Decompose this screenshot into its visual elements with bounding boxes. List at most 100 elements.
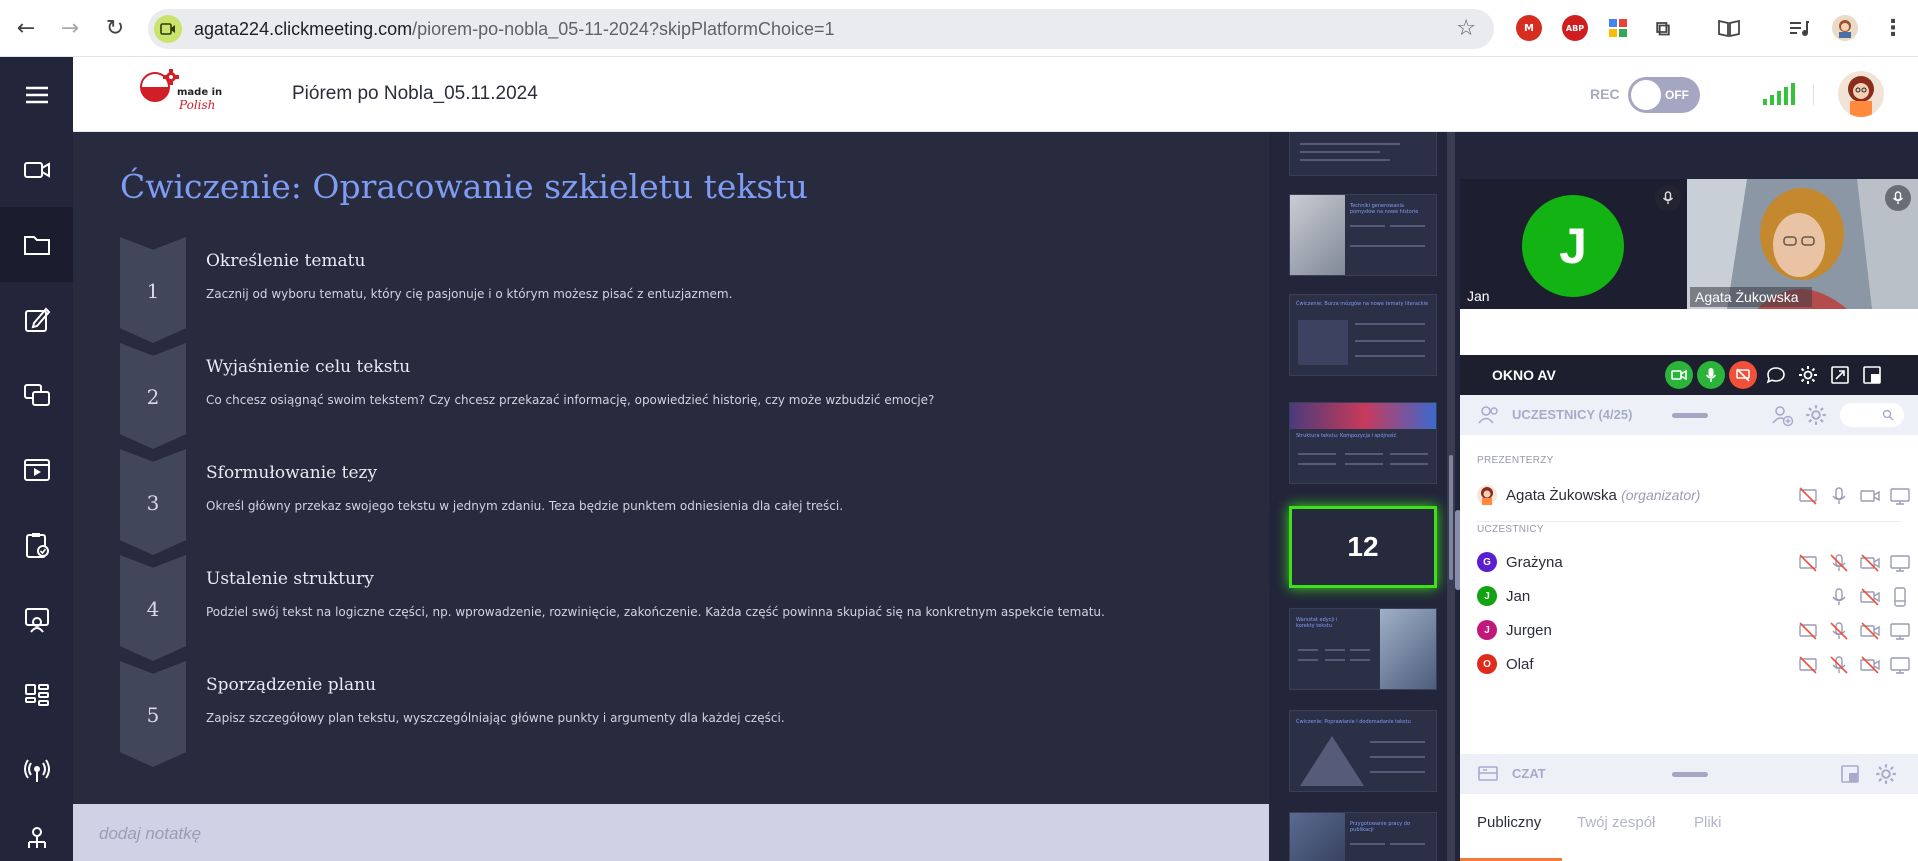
video-player-icon[interactable] — [0, 432, 73, 507]
svg-text:Polish: Polish — [178, 98, 215, 112]
camera-off-icon[interactable] — [1859, 552, 1881, 574]
back-icon[interactable]: ← — [12, 14, 40, 42]
av-window-label: OKNO AV — [1492, 367, 1556, 383]
slide-thumbnail[interactable]: Struktura tekstu: Kompozycja i spójność — [1289, 402, 1437, 484]
active-slide-thumbnail[interactable]: 12 — [1289, 506, 1437, 588]
right-panel: J Jan Agata Żukowska OKNO AV UCZESTNICY … — [1460, 132, 1918, 861]
bookmark-star-icon[interactable]: ☆ — [1456, 16, 1476, 41]
broadcast-icon[interactable] — [0, 732, 73, 807]
tab-files[interactable]: Pliki — [1694, 814, 1722, 831]
recording-toggle[interactable]: OFF — [1628, 77, 1700, 113]
slide-thumbnail[interactable]: Ćwiczenie: Poprawianie i dodomadanie tek… — [1289, 710, 1437, 792]
profile-avatar-icon[interactable] — [1832, 15, 1858, 41]
survey-icon[interactable] — [0, 507, 73, 582]
forward-icon[interactable]: → — [56, 14, 84, 42]
chat-header[interactable]: CZAT — [1460, 754, 1918, 794]
slide-thumbnail[interactable]: Warsztat edycji i korekty tekstu — [1289, 608, 1437, 690]
screen-icon[interactable] — [1889, 552, 1911, 574]
video-tile-jan[interactable]: J Jan — [1460, 179, 1687, 309]
expand-window-icon[interactable] — [1826, 361, 1854, 389]
panel-grip[interactable] — [1672, 772, 1708, 777]
adblock-extension-icon[interactable]: ABP — [1562, 15, 1588, 41]
participant-row[interactable]: G Grażyna — [1477, 548, 1910, 576]
screen-share-off-icon[interactable] — [1797, 654, 1819, 676]
tab-public[interactable]: Publiczny — [1477, 814, 1541, 831]
thumbnails-scroll-thumb[interactable] — [1449, 455, 1453, 580]
microphone-toggle-icon[interactable] — [1697, 361, 1725, 389]
participant-row[interactable]: J Jurgen — [1477, 616, 1910, 644]
slide-thumbnail[interactable] — [1289, 132, 1437, 176]
av-control-bar: OKNO AV — [1460, 355, 1918, 395]
camera-toggle-icon[interactable] — [1665, 361, 1693, 389]
slide-thumbnails: Techniki generowania pomysłów na nowe hi… — [1269, 132, 1460, 861]
chat-popout-icon[interactable] — [1840, 764, 1860, 784]
network-icon[interactable] — [0, 817, 73, 861]
mic-off-icon[interactable] — [1828, 654, 1850, 676]
tile-name: Jan — [1467, 288, 1490, 304]
participant-row[interactable]: O Olaf — [1477, 650, 1910, 678]
screen-share-off-icon[interactable] — [1729, 361, 1757, 389]
browser-menu-icon[interactable]: ⋮ — [1880, 15, 1906, 41]
participants-title: UCZESTNICY (4/25) — [1512, 407, 1633, 422]
camera-icon[interactable] — [1859, 485, 1881, 507]
thumbnail-title: Ćwiczenie: Burza mózgów na nowe tematy l… — [1296, 301, 1429, 307]
media-control-icon[interactable] — [1786, 15, 1812, 41]
mic-off-icon[interactable] — [1828, 620, 1850, 642]
camera-off-icon[interactable] — [1859, 586, 1881, 608]
participants-icon — [1478, 406, 1498, 424]
step-number: 3 — [146, 491, 160, 515]
slide-thumbnail[interactable]: Przygotowanie pracy do publikacji — [1289, 812, 1437, 861]
presenter-role: (organizator) — [1621, 487, 1701, 503]
video-tile-agata[interactable]: Agata Żukowska — [1687, 179, 1918, 309]
camera-off-icon[interactable] — [1859, 620, 1881, 642]
gmail-extension-icon[interactable]: M — [1516, 15, 1542, 41]
slide-thumbnail[interactable]: Ćwiczenie: Burza mózgów na nowe tematy l… — [1289, 294, 1437, 376]
participants-search-input[interactable] — [1840, 403, 1904, 427]
tab-your-team[interactable]: Twój zespół — [1577, 814, 1655, 831]
participant-row[interactable]: Agata Żukowska (organizator) — [1477, 481, 1910, 509]
mic-off-icon[interactable] — [1828, 552, 1850, 574]
folder-icon[interactable] — [0, 207, 73, 282]
av-settings-gear-icon[interactable] — [1794, 361, 1822, 389]
chat-settings-gear-icon[interactable] — [1874, 762, 1898, 786]
chat-title: CZAT — [1512, 766, 1546, 781]
reload-icon[interactable]: ↻ — [101, 14, 129, 42]
site-info-icon[interactable] — [154, 15, 182, 43]
camera-off-icon[interactable] — [1859, 654, 1881, 676]
menu-icon[interactable] — [0, 57, 73, 132]
screen-share-off-icon[interactable] — [1797, 485, 1819, 507]
slide-thumbnail[interactable]: Techniki generowania pomysłów na nowe hi… — [1289, 194, 1437, 276]
apps-grid-icon[interactable] — [0, 657, 73, 732]
panel-grip[interactable] — [1672, 413, 1708, 418]
step-text: Podziel swój tekst na logiczne części, n… — [206, 605, 1105, 619]
participants-settings-gear-icon[interactable] — [1804, 403, 1828, 427]
reading-list-icon[interactable] — [1716, 15, 1742, 41]
screen-icon[interactable] — [1889, 654, 1911, 676]
participant-row[interactable]: J Jan — [1477, 582, 1906, 610]
camera-icon[interactable] — [0, 132, 73, 207]
step-number: 5 — [146, 703, 160, 727]
mobile-device-icon[interactable] — [1889, 586, 1911, 608]
google-extension-icon[interactable] — [1605, 15, 1631, 41]
screen-share-off-icon[interactable] — [1797, 552, 1819, 574]
screen-share-off-icon[interactable] — [1797, 620, 1819, 642]
chat-bubble-icon[interactable] — [1762, 361, 1790, 389]
presenter-icon[interactable] — [0, 582, 73, 657]
screen-icon[interactable] — [1889, 485, 1911, 507]
whiteboard-edit-icon[interactable] — [0, 282, 73, 357]
screen-icon[interactable] — [1889, 620, 1911, 642]
screen-share-icon[interactable] — [0, 357, 73, 432]
address-bar[interactable]: agata224.clickmeeting.com/piorem-po-nobl… — [148, 9, 1494, 49]
add-participant-icon[interactable] — [1770, 403, 1794, 427]
extensions-puzzle-icon[interactable]: ⧉ — [1650, 15, 1676, 41]
browser-toolbar: ← → ↻ agata224.clickmeeting.com/piorem-p… — [0, 0, 1918, 57]
attendees-label: UCZESTNICY — [1477, 524, 1544, 535]
tile-name: Agata Żukowska — [1695, 289, 1799, 305]
notes-field[interactable]: dodaj notatkę — [73, 804, 1269, 861]
participants-header[interactable]: UCZESTNICY (4/25) — [1460, 395, 1918, 435]
mic-icon[interactable] — [1828, 586, 1850, 608]
popout-window-icon[interactable] — [1858, 361, 1886, 389]
url-path: /piorem-po-nobla_05-11-2024?skipPlatform… — [412, 19, 835, 39]
mic-icon[interactable] — [1828, 485, 1850, 507]
user-avatar[interactable] — [1838, 71, 1884, 117]
